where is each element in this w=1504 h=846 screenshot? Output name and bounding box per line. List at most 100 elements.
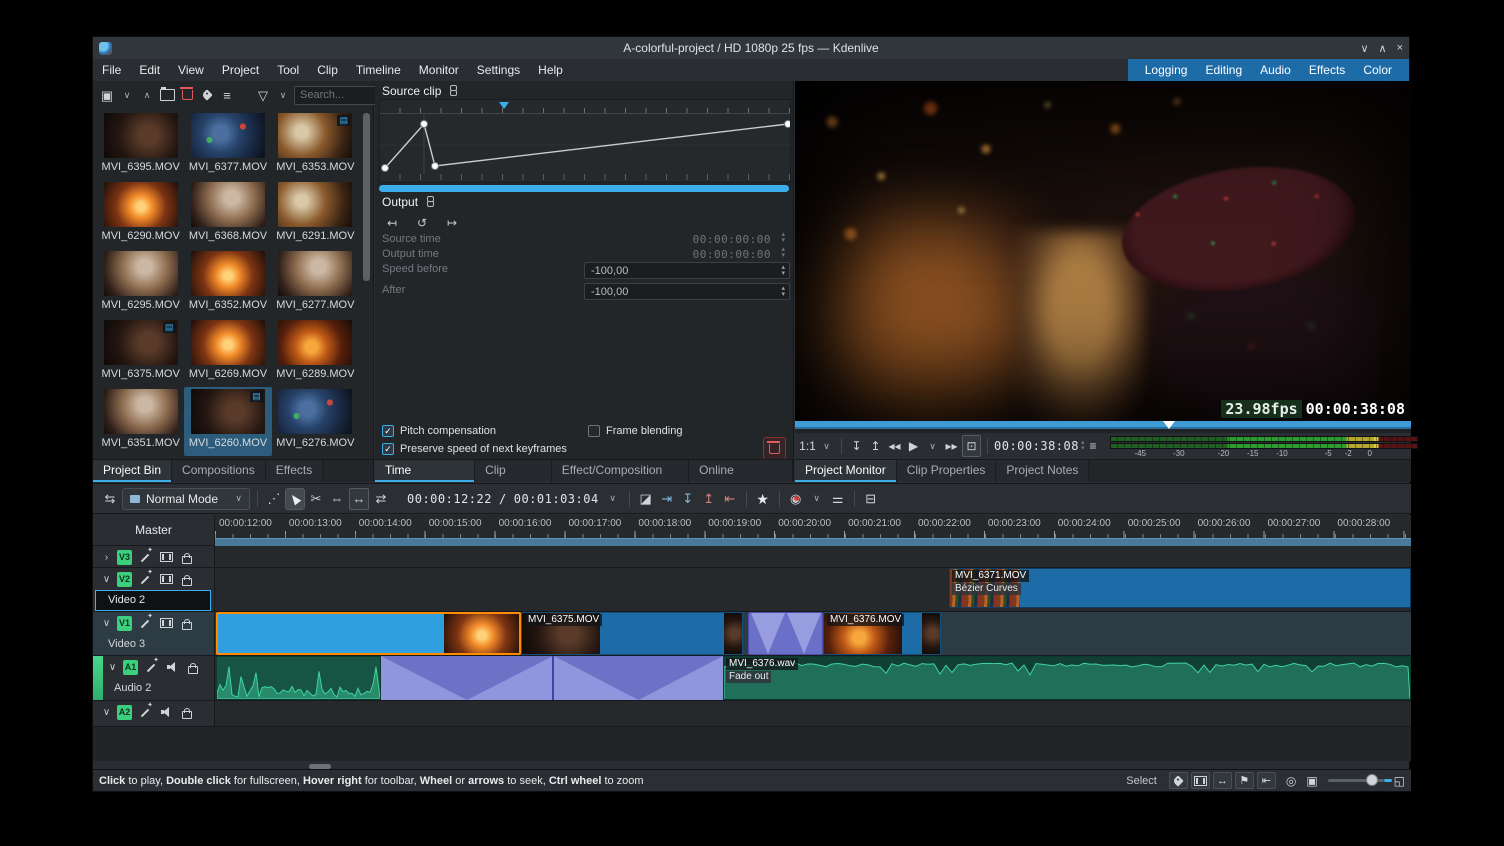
track-name[interactable]: Audio 2 bbox=[93, 678, 214, 698]
center-keyframe-icon[interactable]: ↺ bbox=[413, 213, 431, 233]
favorite-effects-icon[interactable]: ★ bbox=[754, 489, 772, 509]
show-thumbnails-icon[interactable] bbox=[1191, 772, 1210, 789]
tag-filter-icon[interactable] bbox=[1169, 772, 1188, 789]
chevron-down-icon[interactable]: ∨ bbox=[101, 707, 112, 718]
spin-arrows-icon[interactable]: ▴▾ bbox=[781, 247, 785, 259]
effects-icon[interactable] bbox=[139, 573, 151, 585]
track-name-input[interactable]: Video 2 bbox=[95, 590, 211, 611]
menu-edit[interactable]: Edit bbox=[130, 59, 169, 81]
bin-clip-mvi-6353-mov[interactable]: ▤MVI_6353.MOV bbox=[272, 111, 359, 180]
audio-fade-segment[interactable] bbox=[554, 656, 723, 700]
bin-clip-mvi-6395-mov[interactable]: MVI_6395.MOV bbox=[97, 111, 184, 180]
bin-clip-mvi-6276-mov[interactable]: MVI_6276.MOV bbox=[272, 387, 359, 456]
filter-icon[interactable]: ▽ bbox=[254, 85, 272, 105]
spin-arrows-icon[interactable]: ▴▾ bbox=[781, 265, 785, 277]
workspace-tab-editing[interactable]: Editing bbox=[1196, 59, 1251, 81]
remap-tab-effect-composition-stack[interactable]: Effect/Composition Stack bbox=[552, 460, 689, 482]
zoom-chevron-icon[interactable]: ∨ bbox=[818, 436, 835, 456]
bin-clip-mvi-6375-mov[interactable]: ▤MVI_6375.MOV bbox=[97, 318, 184, 387]
prev-keyframe-icon[interactable]: ↤ bbox=[383, 213, 401, 233]
track-header-v2[interactable]: ∨ V2 Video 2 bbox=[93, 568, 215, 612]
play-menu-chevron-icon[interactable]: ∨ bbox=[924, 436, 941, 456]
monitor-menu-icon[interactable]: ≡ bbox=[1085, 436, 1102, 456]
show-markers-icon[interactable]: ⚑ bbox=[1235, 772, 1254, 789]
bin-clip-mvi-6277-mov[interactable]: MVI_6277.MOV bbox=[272, 249, 359, 318]
tags-icon[interactable] bbox=[198, 85, 216, 105]
chevron-down-icon[interactable]: ∨ bbox=[107, 662, 118, 673]
chevron-down-icon[interactable]: ∨ bbox=[101, 574, 112, 585]
speaker-icon[interactable] bbox=[161, 707, 172, 717]
workspace-tab-audio[interactable]: Audio bbox=[1251, 59, 1300, 81]
thumbnails-icon[interactable] bbox=[160, 574, 173, 584]
delete-keyframe-button[interactable] bbox=[763, 437, 786, 460]
bin-tab-effects[interactable]: Effects bbox=[266, 460, 323, 482]
remap-tab-online-resources[interactable]: Online Resources bbox=[689, 460, 793, 482]
timeline-ruler[interactable]: 00:00:12:0000:00:13:0000:00:14:0000:00:1… bbox=[215, 515, 1411, 546]
timeline-preview-icon[interactable]: ⊟ bbox=[862, 489, 880, 509]
expand-icon[interactable]: ◱ bbox=[1394, 774, 1405, 788]
record-chevron-icon[interactable]: ∨ bbox=[808, 489, 826, 509]
close-icon[interactable]: × bbox=[1397, 42, 1403, 54]
overwrite-zone-icon[interactable]: ↧ bbox=[679, 489, 697, 509]
snap-icon[interactable]: ⇤ bbox=[1257, 772, 1276, 789]
track-content-a2[interactable] bbox=[215, 701, 1411, 727]
delete-icon[interactable] bbox=[178, 85, 196, 105]
track-badge[interactable]: A1 bbox=[123, 660, 138, 675]
track-header-v1[interactable]: ∨ V1 Video 3 bbox=[93, 612, 215, 656]
remap-tab-time-remapping[interactable]: Time Remapping bbox=[375, 460, 475, 482]
timeline-zone-bar[interactable] bbox=[215, 538, 1411, 546]
lock-icon[interactable] bbox=[182, 622, 192, 630]
selection-tool-icon[interactable] bbox=[286, 489, 304, 509]
timeline[interactable]: Master 00:00:12:0000:00:13:0000:00:14:00… bbox=[93, 515, 1411, 761]
menu-monitor[interactable]: Monitor bbox=[410, 59, 468, 81]
lift-zone-icon[interactable]: ⇤ bbox=[721, 489, 739, 509]
menu-tool[interactable]: Tool bbox=[268, 59, 308, 81]
track-header-a2[interactable]: ∨ A2 bbox=[93, 701, 215, 727]
timeline-clip-mvi6371[interactable]: MVI_6371.MOV Bézier Curves bbox=[949, 568, 1411, 608]
curve-playhead[interactable] bbox=[499, 102, 509, 109]
timecode-spinner[interactable]: ▴▾ bbox=[1081, 440, 1085, 452]
create-folder-icon[interactable] bbox=[158, 85, 176, 105]
track-header-v3[interactable]: › V3 bbox=[93, 546, 215, 568]
bin-clip-mvi-6291-mov[interactable]: MVI_6291.MOV bbox=[272, 180, 359, 249]
spin-arrows-icon[interactable]: ▴▾ bbox=[781, 232, 785, 244]
mix-clips-icon[interactable]: ◪ bbox=[637, 489, 655, 509]
titlebar[interactable]: A-colorful-project / HD 1080p 25 fps — K… bbox=[93, 37, 1409, 59]
fit-zoom-icon[interactable]: ◎ bbox=[1286, 774, 1296, 788]
bin-clip-mvi-6351-mov[interactable]: MVI_6351.MOV bbox=[97, 387, 184, 456]
maximize-icon[interactable]: ∧ bbox=[1379, 42, 1387, 55]
track-name[interactable]: Video 3 bbox=[93, 634, 214, 654]
curve-zoombar[interactable] bbox=[379, 185, 789, 192]
audio-fade-segment[interactable] bbox=[381, 656, 553, 700]
workspace-tab-effects[interactable]: Effects bbox=[1300, 59, 1354, 81]
add-clip-icon[interactable]: ▣ bbox=[98, 85, 116, 105]
forward-icon[interactable]: ▸▸ bbox=[943, 436, 960, 456]
bin-clip-mvi-6352-mov[interactable]: MVI_6352.MOV bbox=[184, 249, 271, 318]
monitor-tab-project-monitor[interactable]: Project Monitor bbox=[795, 460, 897, 482]
up-level-icon[interactable]: ∧ bbox=[138, 85, 156, 105]
monitor-playhead[interactable] bbox=[1163, 421, 1175, 429]
thumbnails-icon[interactable] bbox=[160, 552, 173, 562]
lock-icon[interactable] bbox=[182, 578, 192, 586]
bin-clip-mvi-6290-mov[interactable]: MVI_6290.MOV bbox=[97, 180, 184, 249]
field-input[interactable]: -100,00▴▾ bbox=[584, 262, 790, 279]
menu-file[interactable]: File bbox=[93, 59, 130, 81]
minimize-icon[interactable]: ∨ bbox=[1360, 42, 1368, 55]
monitor-tab-project-notes[interactable]: Project Notes bbox=[996, 460, 1089, 482]
timeline-transition-wipe[interactable] bbox=[748, 612, 823, 655]
track-badge[interactable]: V3 bbox=[117, 550, 132, 565]
menu-timeline[interactable]: Timeline bbox=[347, 59, 410, 81]
menu-project[interactable]: Project bbox=[213, 59, 268, 81]
checkbox-preserve-speed-of-next-keyframes[interactable]: ✓Preserve speed of next keyframes bbox=[382, 440, 588, 458]
ripple-tool-icon[interactable]: ⇄ bbox=[372, 489, 390, 509]
effects-icon[interactable] bbox=[139, 706, 151, 718]
chevron-down-icon[interactable]: ∨ bbox=[101, 618, 112, 629]
play-icon[interactable]: ▶ bbox=[905, 436, 922, 456]
edit-mode-select[interactable]: Normal Mode ∨ bbox=[122, 488, 250, 510]
lock-icon[interactable] bbox=[188, 666, 198, 674]
effects-icon[interactable] bbox=[139, 617, 151, 629]
lock-icon[interactable] bbox=[182, 556, 192, 564]
insert-zone-icon[interactable]: ⇥ bbox=[658, 489, 676, 509]
rewind-icon[interactable]: ◂◂ bbox=[886, 436, 903, 456]
track-badge[interactable]: V2 bbox=[117, 572, 132, 587]
